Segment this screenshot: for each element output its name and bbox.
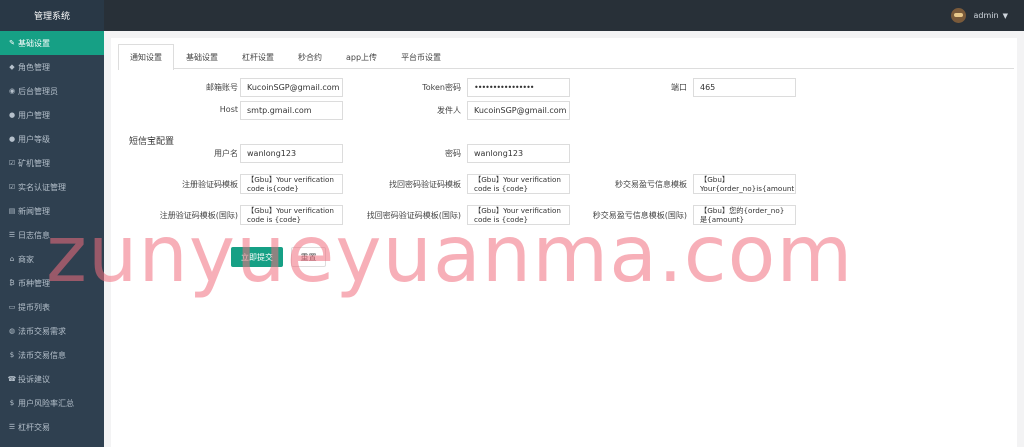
host-label: Host: [219, 105, 238, 114]
sidebar-item[interactable]: ● 用户管理: [0, 103, 104, 127]
pnl-template-textarea[interactable]: 【Gbu】 Your{order_no}is{amount}: [693, 174, 796, 194]
reset-template-intl-label: 找回密码验证码模板(国际): [366, 211, 461, 220]
user-menu[interactable]: admin ▼: [950, 8, 1008, 23]
sidebar: 管理系统 ✎ 基础设置 ◆ 角色管理 ◉ 后台管理员 ● 用户管理 ● 用户等级 ☑ 矿机管理 ☑ 实名认…: [0, 0, 104, 447]
sms-username-input[interactable]: wanlong123: [240, 144, 343, 163]
sidebar-item-label: 提币列表: [18, 302, 50, 312]
settings-tab[interactable]: app上传: [334, 44, 389, 69]
sidebar-item[interactable]: ▤ 新闻管理: [0, 199, 104, 223]
sidebar-item-label: 新闻管理: [18, 206, 50, 216]
sidebar-item-label: 实名认证管理: [18, 182, 66, 192]
sidebar-menu: ✎ 基础设置 ◆ 角色管理 ◉ 后台管理员 ● 用户管理 ● 用户等级 ☑ 矿机管理 ☑ 实名认证管理 ▤ 新…: [0, 31, 104, 439]
list-icon: ☰: [8, 231, 16, 239]
sidebar-item-label: 杠杆交易: [18, 422, 50, 432]
sidebar-item[interactable]: ✎ 基础设置: [0, 31, 104, 55]
sidebar-item[interactable]: ☰ 杠杆交易: [0, 415, 104, 439]
sms-section-title: 短信宝配置: [129, 137, 175, 147]
sidebar-item-label: 基础设置: [18, 38, 50, 48]
pnl-template-intl-textarea[interactable]: 【Gbu】您的{order_no}是{amount}: [693, 205, 796, 225]
phone-icon: ☎: [7, 375, 17, 383]
mortarboard-icon: ◆: [9, 63, 15, 71]
sidebar-item-label: 投诉建议: [18, 374, 50, 384]
settings-tab[interactable]: 通知设置: [118, 44, 174, 70]
list-icon: ☰: [8, 423, 16, 431]
token-password-input[interactable]: ••••••••••••••••: [467, 78, 570, 97]
check-square-icon: ☑: [8, 183, 16, 191]
email-input[interactable]: KucoinSGP@gmail.com: [240, 78, 343, 97]
caret-down-icon: ▼: [1002, 11, 1008, 20]
sidebar-item-label: 日志信息: [18, 230, 50, 240]
port-label: 端口: [671, 83, 687, 92]
brand-title: 管理系统: [0, 0, 104, 31]
sidebar-item-label: 用户风险率汇总: [18, 398, 74, 408]
sidebar-item[interactable]: ₿ 币种管理: [0, 271, 104, 295]
port-input[interactable]: 465: [693, 78, 796, 97]
username-label: admin: [973, 11, 999, 20]
sidebar-item[interactable]: ▭ 提币列表: [0, 295, 104, 319]
dollar-icon: $: [9, 399, 15, 407]
pnl-template-intl-label: 秒交易盈亏信息模板(国际): [592, 211, 687, 220]
token-label: Token密码: [422, 83, 461, 92]
sidebar-item-label: 法币交易需求: [18, 326, 66, 336]
sidebar-item[interactable]: ◆ 角色管理: [0, 55, 104, 79]
bitcoin-icon: ₿: [9, 279, 15, 287]
reg-template-intl-label: 注册验证码模板(国际): [159, 211, 238, 220]
reset-template-textarea[interactable]: 【Gbu】Your verification code is {code}: [467, 174, 570, 194]
sidebar-item[interactable]: ◍ 法币交易需求: [0, 319, 104, 343]
host-input[interactable]: smtp.gmail.com: [240, 101, 343, 120]
sidebar-item[interactable]: ● 用户等级: [0, 127, 104, 151]
globe-icon: ◍: [8, 327, 16, 335]
dollar-icon: $: [9, 351, 15, 359]
app-root: 管理系统 ✎ 基础设置 ◆ 角色管理 ◉ 后台管理员 ● 用户管理 ● 用户等级 ☑ 矿机管理 ☑ 实名认…: [0, 0, 1024, 447]
sms-username-label: 用户名: [214, 149, 238, 158]
pnl-template-label: 秒交易盈亏信息模板: [615, 180, 687, 189]
sidebar-item-label: 商家: [18, 254, 34, 264]
sidebar-item[interactable]: ⌂ 商家: [0, 247, 104, 271]
sidebar-item[interactable]: ☎ 投诉建议: [0, 367, 104, 391]
top-bar: admin ▼: [104, 0, 1024, 31]
reg-template-intl-textarea[interactable]: 【Gbu】Your verification code is {code}: [240, 205, 343, 225]
sidebar-item[interactable]: ☑ 实名认证管理: [0, 175, 104, 199]
newspaper-icon: ▤: [8, 207, 16, 215]
reg-template-label: 注册验证码模板: [182, 180, 238, 189]
sidebar-item[interactable]: ☑ 矿机管理: [0, 151, 104, 175]
sidebar-item-label: 角色管理: [18, 62, 50, 72]
settings-panel: 通知设置 基础设置 杠杆设置 秒合约 app上传 平台币设置 邮箱账号 KucoinSGP…: [111, 38, 1017, 447]
sms-password-label: 密码: [445, 149, 461, 158]
reset-template-intl-textarea[interactable]: 【Gbu】Your verification code is {code}: [467, 205, 570, 225]
users-icon: ●: [8, 111, 16, 119]
sidebar-item[interactable]: $ 用户风险率汇总: [0, 391, 104, 415]
settings-tab[interactable]: 秒合约: [286, 44, 334, 69]
credit-card-icon: ▭: [8, 303, 16, 311]
sidebar-item-label: 法币交易信息: [18, 350, 66, 360]
main-content: 通知设置 基础设置 杠杆设置 秒合约 app上传 平台币设置 邮箱账号 KucoinSGP…: [104, 31, 1024, 447]
wrench-icon: ✎: [9, 39, 15, 47]
reg-template-textarea[interactable]: 【Gbu】Your verification code is{code}: [240, 174, 343, 194]
sidebar-item-label: 后台管理员: [18, 86, 58, 96]
reset-button[interactable]: 重置: [291, 247, 326, 267]
sidebar-item-label: 币种管理: [18, 278, 50, 288]
sidebar-item[interactable]: ☰ 日志信息: [0, 223, 104, 247]
users-icon: ●: [8, 135, 16, 143]
reset-template-label: 找回密码验证码模板: [389, 180, 461, 189]
settings-tab[interactable]: 杠杆设置: [230, 44, 286, 69]
settings-tab[interactable]: 基础设置: [174, 44, 230, 69]
submit-button[interactable]: 立即提交: [231, 247, 283, 267]
sender-input[interactable]: KucoinSGP@gmail.com: [467, 101, 570, 120]
settings-tab[interactable]: 平台币设置: [389, 44, 453, 69]
sidebar-item-label: 用户等级: [18, 134, 50, 144]
check-square-icon: ☑: [8, 159, 16, 167]
sidebar-item[interactable]: $ 法币交易信息: [0, 343, 104, 367]
sidebar-item-label: 矿机管理: [18, 158, 50, 168]
sidebar-item-label: 用户管理: [18, 110, 50, 120]
email-label: 邮箱账号: [206, 83, 238, 92]
settings-tabs: 通知设置 基础设置 杠杆设置 秒合约 app上传 平台币设置: [118, 44, 1014, 70]
sidebar-item[interactable]: ◉ 后台管理员: [0, 79, 104, 103]
sender-label: 发件人: [437, 106, 461, 115]
avatar: [950, 8, 966, 23]
circle-user-icon: ◉: [8, 87, 16, 95]
bank-icon: ⌂: [9, 255, 15, 263]
sms-password-input[interactable]: wanlong123: [467, 144, 570, 163]
